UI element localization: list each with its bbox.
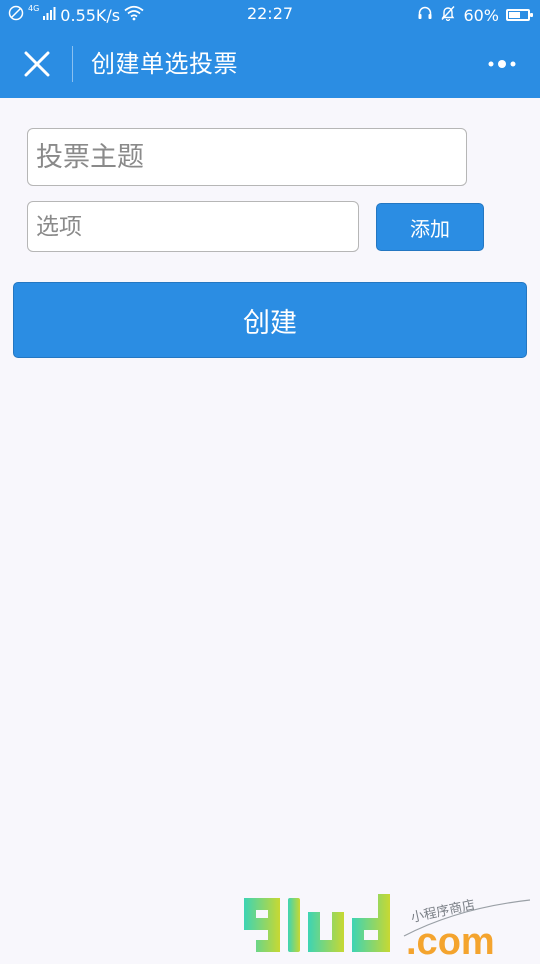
nav-bar: 创建单选投票 bbox=[0, 30, 540, 98]
nav-divider bbox=[72, 46, 73, 82]
create-button[interactable]: 创建 bbox=[13, 282, 527, 358]
watermark-logo: 小程序商店 .com bbox=[238, 890, 538, 963]
headset-icon bbox=[417, 5, 433, 25]
top-bar: 4G 0.55K/s 22:27 60% 创建单选投票 bbox=[0, 0, 540, 98]
svg-text:.com: .com bbox=[406, 921, 495, 960]
more-icon bbox=[488, 60, 516, 68]
battery-percent: 60% bbox=[463, 5, 499, 25]
option-input[interactable] bbox=[27, 201, 359, 252]
close-icon bbox=[24, 51, 50, 77]
status-right: 60% bbox=[417, 4, 533, 26]
battery-icon bbox=[506, 9, 533, 21]
logo-graphic: 小程序商店 .com bbox=[244, 894, 531, 963]
page-title: 创建单选投票 bbox=[91, 50, 238, 78]
battery-level bbox=[509, 12, 520, 18]
mute-bell-icon bbox=[440, 5, 456, 25]
vote-title-input[interactable] bbox=[27, 128, 467, 186]
more-button[interactable] bbox=[480, 44, 526, 84]
status-bar: 4G 0.55K/s 22:27 60% bbox=[0, 0, 540, 30]
add-option-button[interactable]: 添加 bbox=[376, 203, 484, 251]
close-button[interactable] bbox=[15, 42, 59, 86]
